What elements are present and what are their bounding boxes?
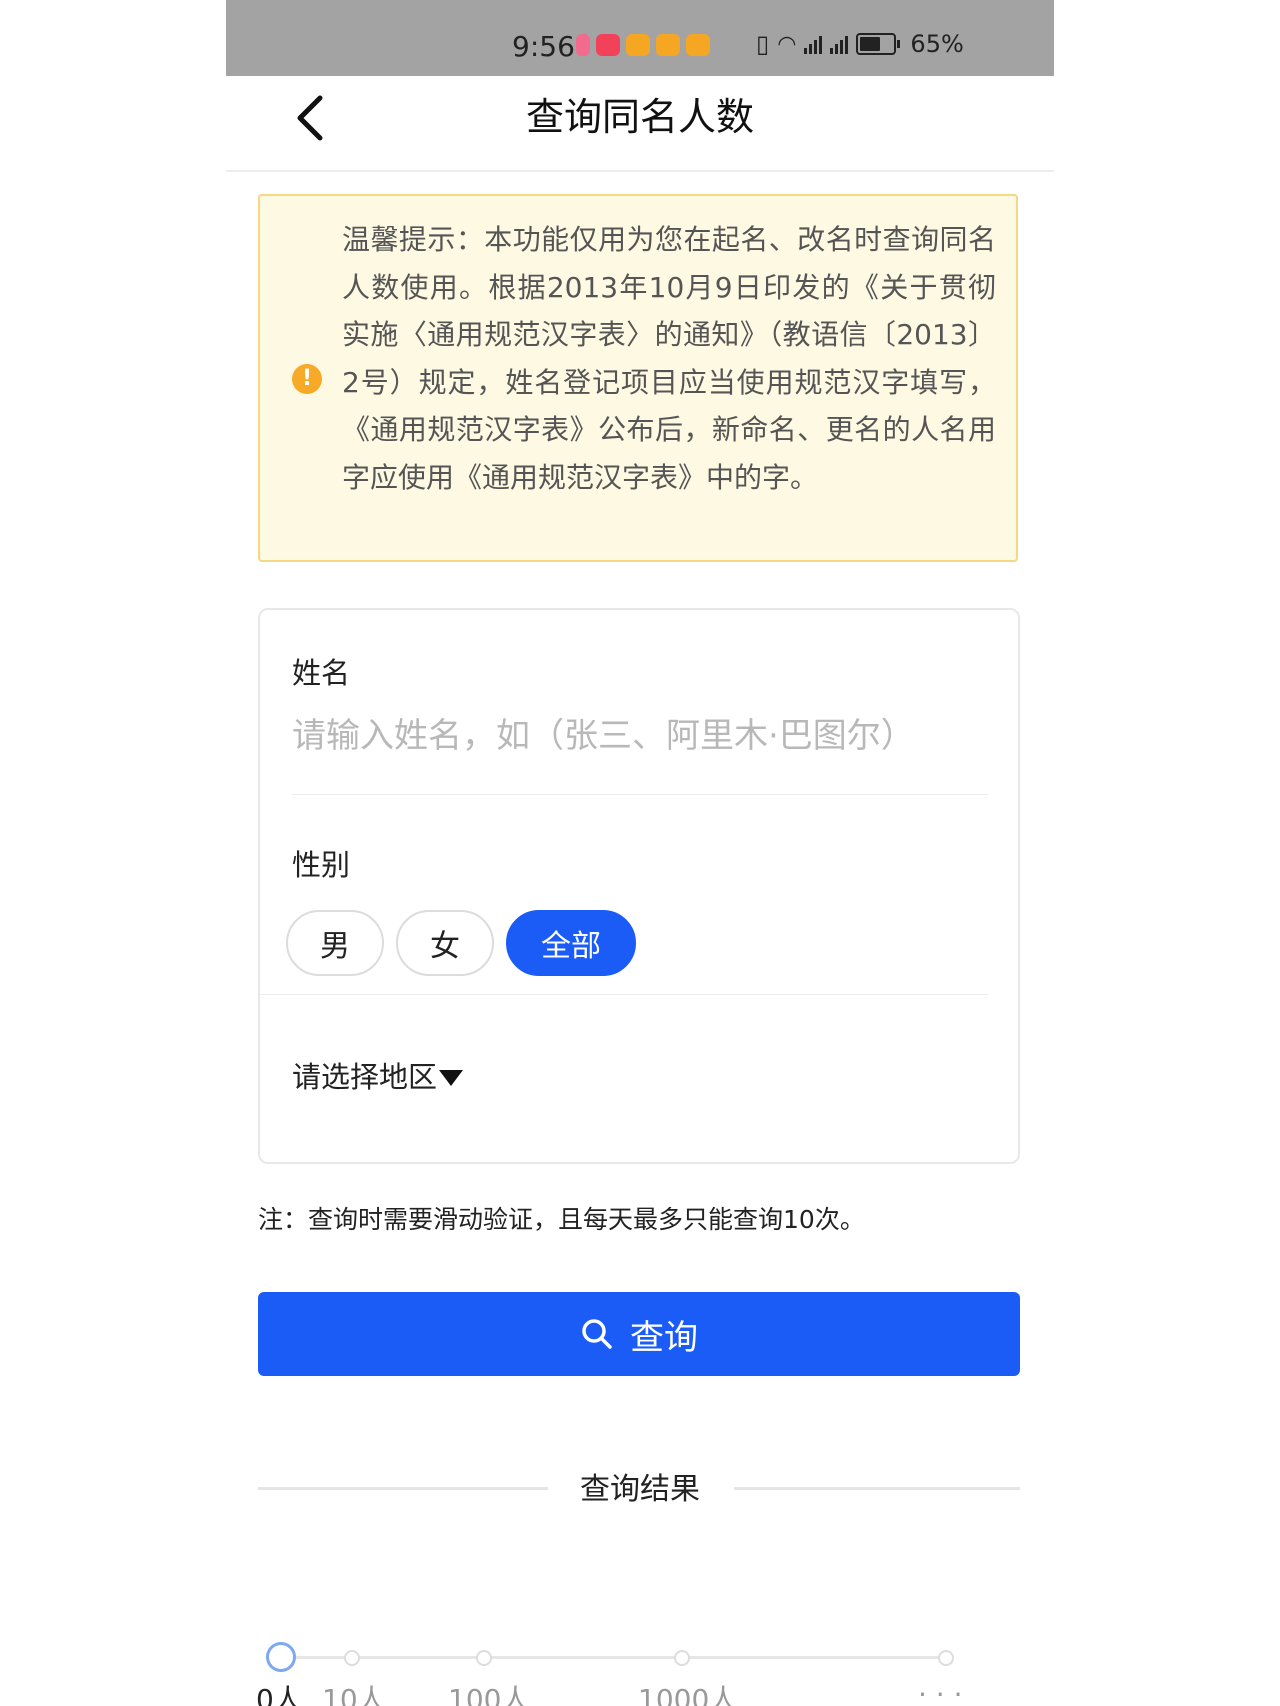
notice-box: ! 温馨提示：本功能仅用为您在起名、改名时查询同名人数使用。根据2013年10月… xyxy=(258,194,1018,562)
gender-selector: 男 女 全部 xyxy=(286,910,636,976)
scale-marker xyxy=(476,1650,492,1666)
gender-option-female[interactable]: 女 xyxy=(396,910,494,976)
scale-marker xyxy=(938,1650,954,1666)
gender-option-all[interactable]: 全部 xyxy=(506,910,636,976)
search-icon xyxy=(582,1319,612,1349)
gender-label: 性别 xyxy=(292,848,351,882)
warning-icon: ! xyxy=(292,364,322,394)
status-bar: 9:56 ▯ ◠ 65% xyxy=(226,0,1054,76)
scale-label: 100人 xyxy=(448,1683,530,1706)
name-input[interactable] xyxy=(292,708,988,764)
name-label: 姓名 xyxy=(292,656,351,690)
notification-icons xyxy=(576,34,710,56)
query-note: 注：查询时需要滑动验证，且每天最多只能查询10次。 xyxy=(258,1205,865,1234)
wifi-icon: ◠ xyxy=(777,31,797,57)
phone-screen: 9:56 ▯ ◠ 65% 查询同名人数 ! 温馨提示：本功能仅用为您在起名、改名… xyxy=(226,0,1054,1706)
scale-label: · · · xyxy=(918,1678,963,1706)
weibo-icon xyxy=(656,34,680,56)
battery-icon xyxy=(856,33,901,55)
signal-icon xyxy=(804,34,823,54)
status-time: 9:56 xyxy=(512,30,575,63)
app-notification-icon xyxy=(576,34,590,56)
notice-text: 温馨提示：本功能仅用为您在起名、改名时查询同名人数使用。根据2013年10月9日… xyxy=(342,223,996,494)
scale-label: 0人 xyxy=(256,1683,302,1706)
region-select[interactable]: 请选择地区 xyxy=(292,1054,464,1096)
scale-label: 10人 xyxy=(322,1683,386,1706)
scale-label: 1000人 xyxy=(638,1683,738,1706)
status-indicators: ▯ ◠ 65% xyxy=(756,30,964,58)
scale-marker xyxy=(674,1650,690,1666)
weibo-icon xyxy=(686,34,710,56)
query-form: 姓名 性别 男 女 全部 请选择地区 xyxy=(258,608,1020,1164)
dropdown-triangle-icon xyxy=(439,1070,464,1086)
weibo-icon xyxy=(626,34,650,56)
divider xyxy=(260,994,988,995)
app-header: 查询同名人数 xyxy=(226,76,1054,172)
gender-option-male[interactable]: 男 xyxy=(286,910,384,976)
battery-percent: 65% xyxy=(910,30,964,58)
query-button-label: 查询 xyxy=(630,1317,698,1358)
page-title: 查询同名人数 xyxy=(525,95,754,139)
signal-icon xyxy=(830,34,849,54)
result-scale-track xyxy=(274,1656,946,1659)
scale-marker-current xyxy=(266,1642,296,1672)
results-title: 查询结果 xyxy=(580,1472,700,1507)
divider xyxy=(292,794,988,795)
query-button[interactable]: 查询 xyxy=(258,1292,1020,1376)
scale-marker xyxy=(344,1650,360,1666)
region-label: 请选择地区 xyxy=(292,1060,438,1094)
app-notification-icon xyxy=(596,34,620,56)
vibrate-icon: ▯ xyxy=(756,30,770,58)
